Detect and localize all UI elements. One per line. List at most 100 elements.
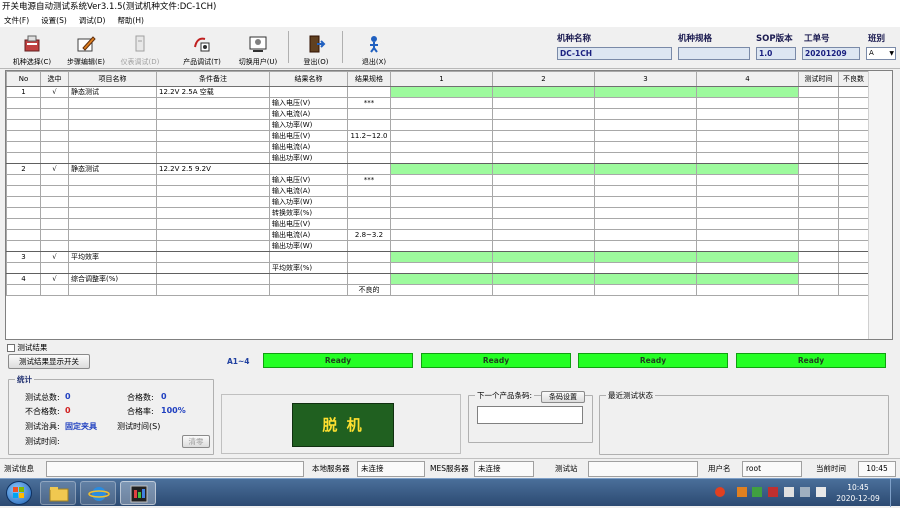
fail-count-cell	[838, 262, 869, 274]
table-row[interactable]: 平均效率(%)	[6, 262, 869, 274]
column-header[interactable]: 1	[390, 71, 493, 87]
table-row[interactable]: 输出电流(A)	[6, 141, 869, 153]
column-header[interactable]: 项目名称	[68, 71, 157, 87]
table-cell-no	[6, 119, 41, 131]
network-icon[interactable]	[784, 487, 794, 497]
table-row[interactable]: 输入电压(V) ***	[6, 97, 869, 109]
channel-result-cell	[696, 273, 799, 285]
table-cell-item: 综合调整率(%)	[68, 273, 157, 285]
pass-rate: 100%	[161, 406, 186, 415]
table-row[interactable]: 2 √ 静态测试 12.2V 2.5 9.2V	[6, 163, 869, 175]
test-time-cell	[798, 240, 839, 252]
menu-settings[interactable]: 设置(S)	[41, 15, 67, 27]
model-name-field[interactable]: DC-1CH	[557, 47, 672, 60]
menu-help[interactable]: 帮助(H)	[117, 15, 144, 27]
show-desktop-button[interactable]	[890, 479, 900, 507]
explorer-taskbar-button[interactable]	[40, 481, 76, 505]
channel-result-cell	[492, 207, 595, 219]
toggle-results-button[interactable]: 测试结果显示开关	[8, 354, 90, 369]
channel-result-cell	[390, 284, 493, 296]
table-cell-sel	[40, 207, 69, 219]
menu-file[interactable]: 文件(F)	[4, 15, 29, 27]
table-row[interactable]: 输出电流(A) 2.8~3.2	[6, 229, 869, 241]
table-cell-item	[68, 229, 157, 241]
table-cell-spec	[347, 119, 391, 131]
volume-icon[interactable]	[800, 487, 810, 497]
table-cell-cond	[156, 185, 270, 197]
ie-taskbar-button[interactable]	[80, 481, 116, 505]
channel-result-cell	[594, 273, 697, 285]
action-center-icon[interactable]	[816, 487, 826, 497]
model-select-button[interactable]: 机种选择(C)	[4, 29, 60, 67]
channel-result-cell	[696, 86, 799, 98]
table-cell-cond	[156, 130, 270, 142]
test-grid[interactable]: No 选中 项目名称 条件备注 结果名称 结果规格 1 2 3 4 测试时间 不良数 1 √ 静态测试 12…	[5, 70, 893, 340]
column-header[interactable]: 不良数	[838, 71, 869, 87]
barcode-input[interactable]	[477, 406, 583, 424]
column-header[interactable]: 条件备注	[156, 71, 270, 87]
table-cell-sel	[40, 141, 69, 153]
tray-app2-icon[interactable]	[752, 487, 762, 497]
channel-result-cell	[390, 251, 493, 263]
start-button[interactable]	[6, 481, 32, 505]
column-header[interactable]: 3	[594, 71, 697, 87]
table-cell-sel	[40, 262, 69, 274]
table-row[interactable]: 输出功率(W)	[6, 240, 869, 252]
table-row[interactable]: 输入电压(V) ***	[6, 174, 869, 186]
column-header[interactable]: 测试时间	[798, 71, 839, 87]
switch-user-button[interactable]: 切换用户(U)	[230, 29, 286, 67]
channel-result-cell	[492, 174, 595, 186]
product-debug-button[interactable]: 产品调试(T)	[174, 29, 230, 67]
exit-button[interactable]: 退出(X)	[346, 29, 402, 67]
model-spec-field[interactable]	[678, 47, 750, 60]
tray-app3-icon[interactable]	[768, 487, 778, 497]
table-row[interactable]: 输出电压(V) 11.2~12.0	[6, 130, 869, 142]
table-row[interactable]: 输入电流(A)	[6, 185, 869, 197]
column-header[interactable]: 结果名称	[269, 71, 348, 87]
table-row[interactable]: 输出电压(V)	[6, 218, 869, 230]
app-taskbar-button[interactable]	[120, 481, 156, 505]
shift-label: 班别	[868, 34, 886, 44]
table-row[interactable]: 1 √ 静态测试 12.2V 2.5A 空载	[6, 86, 869, 98]
table-cell-item	[68, 196, 157, 208]
shift-select[interactable]: A ▼	[866, 47, 896, 60]
table-cell-spec	[347, 152, 391, 164]
fail-count-cell	[838, 130, 869, 142]
table-row[interactable]: 3 √ 平均效率	[6, 251, 869, 263]
menu-debug[interactable]: 调试(D)	[79, 15, 106, 27]
test-time-cell	[798, 229, 839, 241]
table-row[interactable]: 输出功率(W)	[6, 152, 869, 164]
fail-count-cell	[838, 108, 869, 120]
table-row[interactable]: 输入功率(W)	[6, 196, 869, 208]
table-row[interactable]: 转换效率(%)	[6, 207, 869, 219]
table-row[interactable]: 不良的	[6, 284, 869, 296]
table-cell-cond	[156, 108, 270, 120]
tray-app-icon[interactable]	[737, 487, 747, 497]
table-cell-res: 输出功率(W)	[269, 240, 348, 252]
results-checkbox[interactable]	[7, 344, 15, 352]
logout-button[interactable]: 登出(O)	[288, 29, 344, 67]
channel-1-status: Ready	[263, 353, 413, 368]
taskbar-clock[interactable]: 10:45 2020-12-09	[830, 482, 886, 504]
release-button[interactable]: 脱 机	[292, 403, 394, 447]
column-header[interactable]: 选中	[40, 71, 69, 87]
table-row[interactable]: 输入功率(W)	[6, 119, 869, 131]
instrument-debug-button[interactable]: 仪表调试(D)	[112, 29, 168, 67]
tray-s-icon[interactable]	[715, 487, 725, 497]
clear-button[interactable]: 清零	[182, 435, 210, 448]
fail-count-cell	[838, 196, 869, 208]
column-header[interactable]: 结果规格	[347, 71, 391, 87]
column-header[interactable]: No	[6, 71, 41, 87]
order-field[interactable]: 20201209	[802, 47, 860, 60]
table-row[interactable]: 输入电流(A)	[6, 108, 869, 120]
total-count: 0	[65, 392, 71, 401]
table-cell-cond: 12.2V 2.5A 空载	[156, 86, 270, 98]
table-cell-res	[269, 163, 348, 175]
column-header[interactable]: 2	[492, 71, 595, 87]
step-edit-button[interactable]: 步骤编辑(E)	[58, 29, 114, 67]
table-row[interactable]: 4 √ 综合调整率(%)	[6, 273, 869, 285]
sop-version-field[interactable]: 1.0	[756, 47, 796, 60]
test-time-cell	[798, 174, 839, 186]
column-header[interactable]: 4	[696, 71, 799, 87]
barcode-settings-button[interactable]: 条码设置	[541, 391, 585, 403]
